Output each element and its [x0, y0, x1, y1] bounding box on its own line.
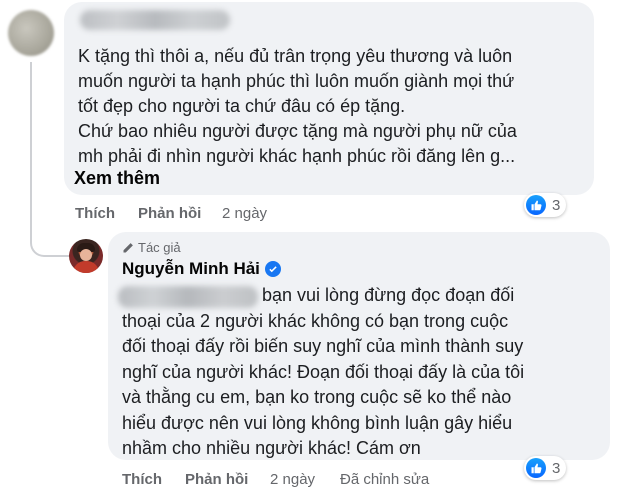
reply-line: và thằng cu em, bạn ko trong cuộc sẽ ko … [122, 387, 512, 407]
author-badge-label: Tác giả [138, 240, 181, 255]
commenter-name-blurred[interactable] [80, 10, 230, 30]
reply-line: đối thoại đấy rồi biến suy nghĩ của mình… [122, 336, 524, 356]
reply-line: nghĩ của người khác! Đoạn đối thoại đấy … [122, 361, 525, 382]
reply-text: bạn vui lòng đừng đọc đoạn đối thoại của… [122, 283, 592, 462]
reply-author[interactable]: Nguyễn Minh Hải [122, 259, 281, 279]
comment-line: mh phải đi nhìn người khác hạnh phúc rồi… [78, 146, 516, 166]
like-icon [526, 458, 546, 478]
like-link[interactable]: Thích [75, 205, 115, 222]
comment-text: K tặng thì thôi a, nếu đủ trân trọng yêu… [78, 44, 578, 169]
reaction-count: 3 [552, 459, 561, 477]
reply-line: bạn vui lòng đừng đọc đoạn đối [262, 285, 515, 305]
like-link[interactable]: Thích [122, 471, 162, 488]
reaction-count: 3 [552, 196, 561, 214]
author-avatar[interactable] [69, 239, 103, 273]
commenter-avatar-blurred[interactable] [8, 10, 54, 56]
reply-link[interactable]: Phản hồi [138, 205, 201, 222]
comment-line: K tặng thì thôi a, nếu đủ trân trọng yêu… [78, 46, 513, 66]
comment-line: muốn người ta hạnh phúc thì luôn muốn gi… [78, 71, 515, 91]
timestamp[interactable]: 2 ngày [270, 471, 315, 488]
see-more-link[interactable]: Xem thêm [74, 168, 160, 189]
comment-line: tốt đẹp cho người ta chứ đâu có ép tặng. [78, 96, 406, 116]
reply-line: nhầm cho nhiều người khác! Cám ơn [122, 438, 421, 458]
comment-line: Chứ bao nhiêu người được tặng mà người p… [78, 121, 517, 141]
thread-connector [30, 62, 70, 257]
reply-link[interactable]: Phản hồi [185, 471, 248, 488]
reply-author-name[interactable]: Nguyễn Minh Hải [122, 259, 260, 279]
like-icon [526, 195, 546, 215]
verified-badge-icon [264, 261, 281, 277]
reaction-summary[interactable]: 3 [524, 193, 567, 217]
reaction-summary[interactable]: 3 [524, 456, 567, 480]
reply-line: hiểu được nên vui lòng không bình luận g… [122, 412, 513, 433]
reply-line: thoại của 2 người khác không có bạn tron… [122, 310, 509, 331]
edited-label[interactable]: Đã chỉnh sửa [340, 471, 429, 488]
author-badge: Tác giả [122, 240, 181, 255]
timestamp[interactable]: 2 ngày [222, 205, 267, 222]
pencil-icon [123, 242, 133, 252]
